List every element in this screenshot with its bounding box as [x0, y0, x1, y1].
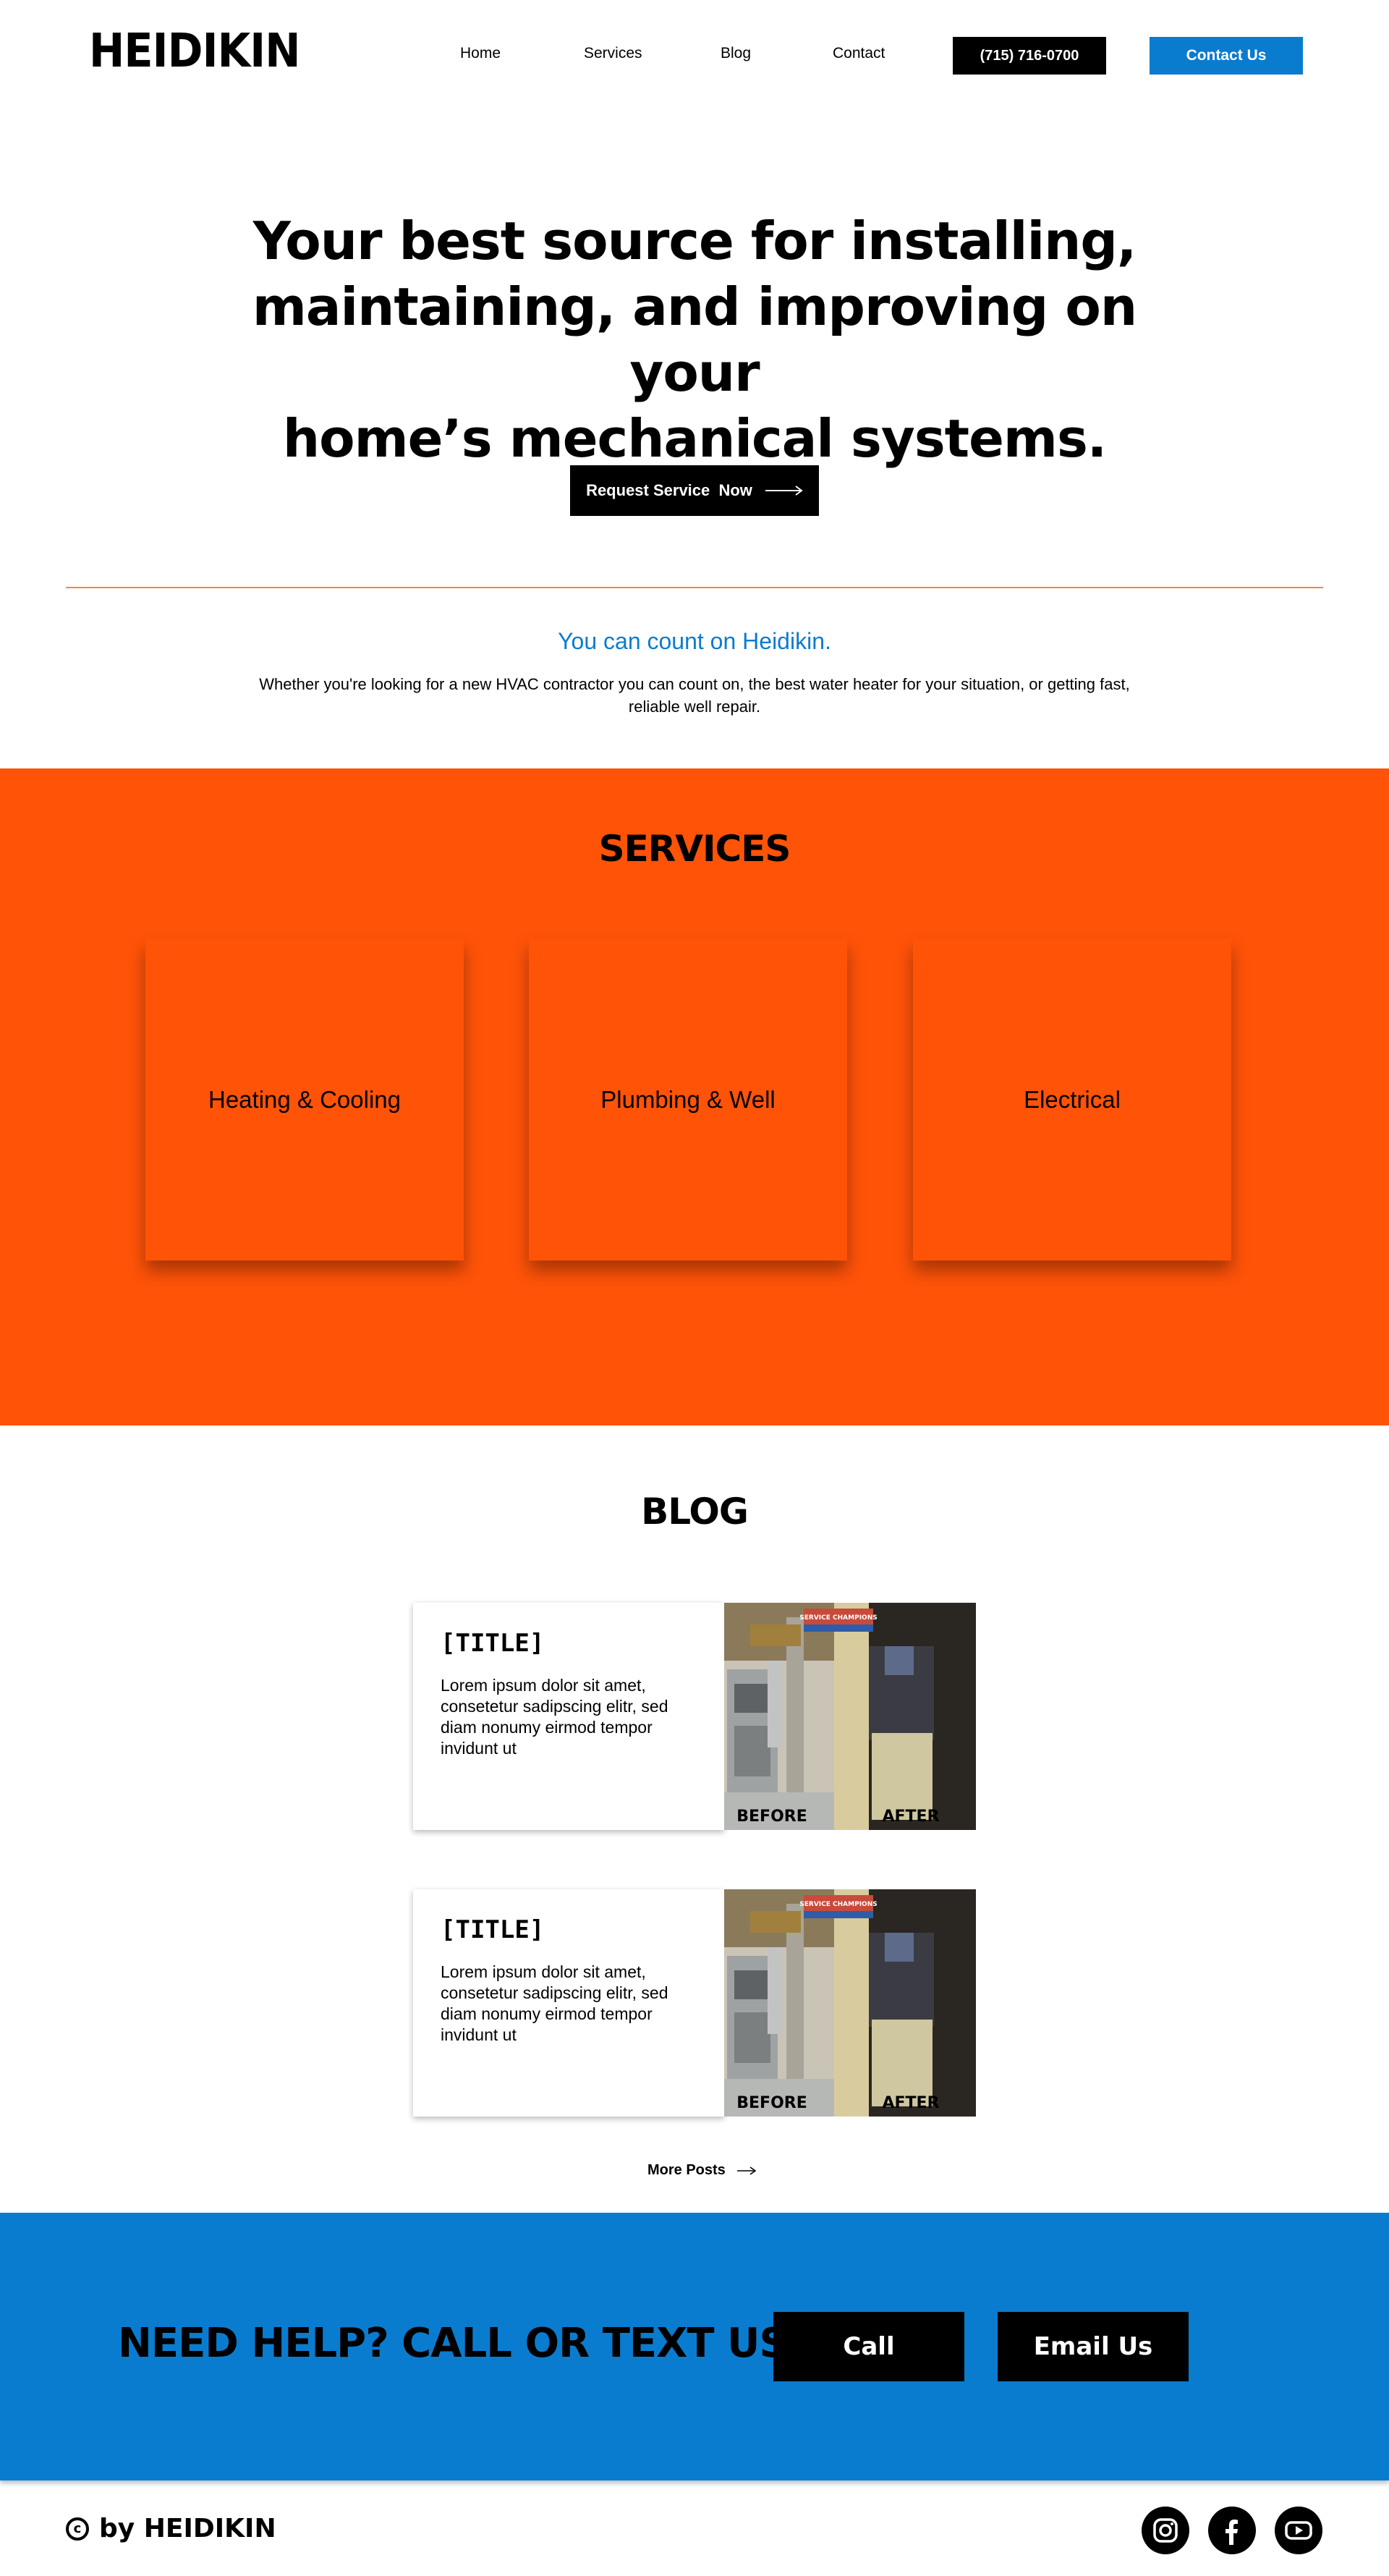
- youtube-icon[interactable]: [1275, 2507, 1322, 2554]
- contact-us-button[interactable]: Contact Us: [1150, 37, 1303, 75]
- blog-post-title: [TITLE]: [441, 1915, 545, 1944]
- blog-post-text: [TITLE] Lorem ipsum dolor sit amet, cons…: [413, 1603, 724, 1830]
- intro-text: Whether you're looking for a new HVAC co…: [259, 675, 1130, 716]
- arrow-right-icon: [765, 486, 803, 496]
- section-divider: [66, 587, 1323, 588]
- before-label: BEFORE: [736, 1808, 807, 1826]
- blog-title: BLOG: [641, 1491, 749, 1533]
- service-card-label: Electrical: [1024, 1086, 1121, 1113]
- after-label: AFTER: [882, 1808, 939, 1826]
- blog-post-excerpt: Lorem ipsum dolor sit amet, consetetur s…: [441, 1676, 668, 1758]
- after-label: AFTER: [882, 2094, 939, 2112]
- service-card-label: Plumbing & Well: [600, 1086, 776, 1113]
- image-sign-text: SERVICE CHAMPIONS: [799, 1614, 877, 1622]
- hero-title-line: Your best source for installing,: [252, 211, 1137, 271]
- service-card-heating-cooling[interactable]: Heating & Cooling: [145, 939, 464, 1261]
- email-us-button[interactable]: Email Us: [998, 2312, 1189, 2381]
- footer-brand: c by HEIDIKIN: [66, 2514, 276, 2543]
- services-section: SERVICES Heating & Cooling Plumbing & We…: [0, 768, 1389, 1425]
- services-title: SERVICES: [598, 828, 791, 870]
- site-logo[interactable]: HEIDIKIN: [89, 25, 301, 78]
- image-sign-text: SERVICE CHAMPIONS: [799, 1901, 877, 1908]
- blog-post-excerpt: Lorem ipsum dolor sit amet, consetetur s…: [441, 1962, 668, 2044]
- intro-heading: You can count on Heidikin.: [558, 628, 831, 654]
- instagram-icon[interactable]: [1142, 2507, 1189, 2554]
- help-cta-section: NEED HELP? CALL OR TEXT US! Call Email U…: [0, 2213, 1389, 2480]
- service-card-electrical[interactable]: Electrical: [913, 939, 1231, 1261]
- service-card-label: Heating & Cooling: [208, 1086, 401, 1113]
- before-after-image: SERVICE CHAMPIONS BEFORE AFTER: [724, 1889, 976, 2117]
- before-label: BEFORE: [736, 2094, 807, 2112]
- more-posts-link[interactable]: More Posts: [647, 2162, 756, 2179]
- blog-post-card[interactable]: [TITLE] Lorem ipsum dolor sit amet, cons…: [413, 1889, 976, 2117]
- blog-post-title: [TITLE]: [441, 1629, 545, 1658]
- phone-button[interactable]: (715) 716-0700: [953, 37, 1106, 75]
- nav-home[interactable]: Home: [460, 45, 501, 62]
- nav-blog[interactable]: Blog: [721, 45, 751, 62]
- nav-contact[interactable]: Contact: [833, 45, 885, 62]
- service-card-plumbing-well[interactable]: Plumbing & Well: [529, 939, 847, 1261]
- footer-brand-text: by HEIDIKIN: [99, 2514, 276, 2543]
- copyright-icon: c: [66, 2517, 89, 2541]
- facebook-icon[interactable]: [1208, 2507, 1256, 2554]
- request-service-label: Request Service Now: [586, 481, 752, 499]
- site-header: HEIDIKIN Home Services Blog Contact (715…: [0, 0, 1389, 116]
- cta-title: NEED HELP? CALL OR TEXT US!: [118, 2320, 806, 2367]
- blog-post-card[interactable]: [TITLE] Lorem ipsum dolor sit amet, cons…: [413, 1603, 976, 1830]
- hero-title: Your best source for installing, maintai…: [188, 208, 1201, 472]
- hero-title-line: maintaining, and improving on your: [252, 276, 1137, 403]
- call-button[interactable]: Call: [773, 2312, 964, 2381]
- blog-post-text: [TITLE] Lorem ipsum dolor sit amet, cons…: [413, 1889, 724, 2117]
- nav-services[interactable]: Services: [584, 45, 642, 62]
- hero-title-line: home’s mechanical systems.: [282, 408, 1107, 469]
- before-after-image: SERVICE CHAMPIONS BEFORE AFTER: [724, 1603, 976, 1830]
- request-service-button[interactable]: Request Service Now: [570, 465, 819, 516]
- arrow-right-icon: [736, 2166, 756, 2175]
- more-posts-label: More Posts: [647, 2162, 726, 2178]
